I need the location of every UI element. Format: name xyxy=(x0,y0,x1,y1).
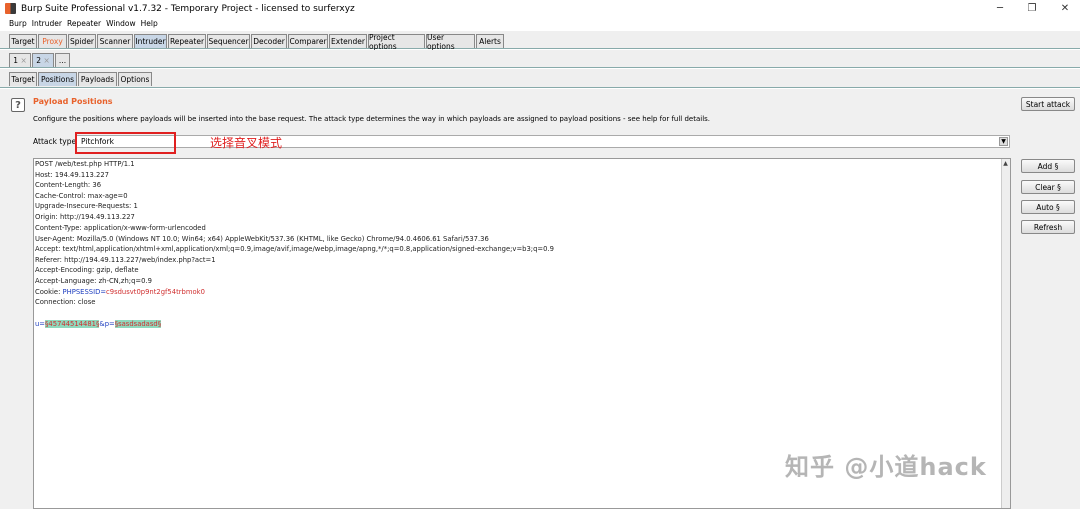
close-tab-icon[interactable]: × xyxy=(43,56,49,65)
request-line: Connection: close xyxy=(35,298,96,306)
burp-logo-icon xyxy=(5,3,16,14)
request-line: Referer: http://194.49.113.227/web/index… xyxy=(35,256,216,264)
tab-decoder[interactable]: Decoder xyxy=(251,34,287,48)
menu-intruder[interactable]: Intruder xyxy=(32,19,62,28)
tab-alerts[interactable]: Alerts xyxy=(476,34,504,48)
request-line: Host: 194.49.113.227 xyxy=(35,171,109,179)
attack-tab-1[interactable]: 1 × xyxy=(9,53,31,67)
minimize-icon[interactable]: ─ xyxy=(985,0,1015,17)
scroll-up-icon[interactable]: ▲ xyxy=(1001,159,1010,168)
body-line: u=§45744514481§&p=§sasdsadasd§ xyxy=(35,320,162,328)
tab-sequencer[interactable]: Sequencer xyxy=(207,34,250,48)
maximize-icon[interactable]: ❐ xyxy=(1017,0,1047,17)
request-line: Content-Length: 36 xyxy=(35,181,102,189)
window-title: Burp Suite Professional v1.7.32 - Tempor… xyxy=(21,3,355,14)
attack-tab-2[interactable]: 2 × xyxy=(32,53,54,67)
request-line: Accept-Encoding: gzip, deflate xyxy=(35,266,139,274)
annotation-text: 选择音叉模式 xyxy=(210,136,283,150)
cookie-name: PHPSESSID= xyxy=(62,288,107,296)
cookie-label: Cookie: xyxy=(35,288,63,296)
attack-type-label: Attack type: xyxy=(33,137,79,146)
request-line: Upgrade-Insecure-Requests: 1 xyxy=(35,202,138,210)
highlight-box xyxy=(75,132,176,154)
tab-user-options[interactable]: User options xyxy=(426,33,475,51)
attack-tab-1-label: 1 xyxy=(13,56,19,65)
menu-window[interactable]: Window xyxy=(106,19,136,28)
request-line: User-Agent: Mozilla/5.0 (Windows NT 10.0… xyxy=(35,235,489,243)
menu-burp[interactable]: Burp xyxy=(9,19,27,28)
subtab-options[interactable]: Options xyxy=(118,72,152,86)
section-title: Payload Positions xyxy=(33,97,113,106)
request-line: Origin: http://194.49.113.227 xyxy=(35,213,135,221)
chevron-down-icon[interactable]: ▼ xyxy=(999,137,1008,146)
payload-position[interactable]: §45744514481§ xyxy=(45,320,100,328)
request-line: Accept: text/html,application/xhtml+xml,… xyxy=(35,245,554,253)
request-line: Content-Type: application/x-www-form-url… xyxy=(35,224,206,232)
editor-scrollbar[interactable] xyxy=(1001,159,1010,508)
attack-tab-2-label: 2 xyxy=(36,56,42,65)
tab-intruder[interactable]: Intruder xyxy=(134,34,167,48)
cookie-line: Cookie: PHPSESSID=c9sdusvt0p9nt2gf54trbm… xyxy=(35,288,205,296)
menu-bar: Burp Intruder Repeater Window Help xyxy=(0,17,1080,30)
tab-comparer[interactable]: Comparer xyxy=(288,34,328,48)
subtab-positions[interactable]: Positions xyxy=(38,72,77,86)
tab-project-options[interactable]: Project options xyxy=(368,33,425,51)
tab-target[interactable]: Target xyxy=(9,34,37,48)
payload-position[interactable]: §sasdsadasd§ xyxy=(114,320,162,328)
tab-proxy[interactable]: Proxy xyxy=(38,34,67,48)
subtab-payloads[interactable]: Payloads xyxy=(78,72,117,86)
new-tab-button[interactable]: ... xyxy=(55,53,70,67)
attack-tab-bar xyxy=(0,50,1080,68)
tab-repeater[interactable]: Repeater xyxy=(168,34,206,48)
section-description: Configure the positions where payloads w… xyxy=(33,115,711,123)
menu-repeater[interactable]: Repeater xyxy=(67,19,101,28)
subtab-target[interactable]: Target xyxy=(9,72,37,86)
close-tab-icon[interactable]: × xyxy=(20,56,26,65)
request-line: POST /web/test.php HTTP/1.1 xyxy=(35,160,135,168)
cookie-value: c9sdusvt0p9nt2gf54trbmok0 xyxy=(106,288,205,296)
tab-spider[interactable]: Spider xyxy=(68,34,96,48)
tab-extender[interactable]: Extender xyxy=(329,34,367,48)
param-p: &p= xyxy=(99,320,115,328)
request-line: Cache-Control: max-age=0 xyxy=(35,192,128,200)
sub-tab-bar xyxy=(0,69,1080,88)
request-line: Accept-Language: zh-CN,zh;q=0.9 xyxy=(35,277,152,285)
auto-marker-button[interactable]: Auto § xyxy=(1021,200,1075,214)
help-icon[interactable]: ? xyxy=(11,98,25,112)
param-u: u= xyxy=(35,320,46,328)
add-marker-button[interactable]: Add § xyxy=(1021,159,1075,173)
title-bar: Burp Suite Professional v1.7.32 - Tempor… xyxy=(0,0,1080,17)
watermark: 知乎 @小道hack xyxy=(785,453,987,481)
menu-help[interactable]: Help xyxy=(141,19,158,28)
clear-marker-button[interactable]: Clear § xyxy=(1021,180,1075,194)
close-icon[interactable]: ✕ xyxy=(1050,0,1080,17)
refresh-button[interactable]: Refresh xyxy=(1021,220,1075,234)
tab-scanner[interactable]: Scanner xyxy=(97,34,133,48)
start-attack-button[interactable]: Start attack xyxy=(1021,97,1075,111)
